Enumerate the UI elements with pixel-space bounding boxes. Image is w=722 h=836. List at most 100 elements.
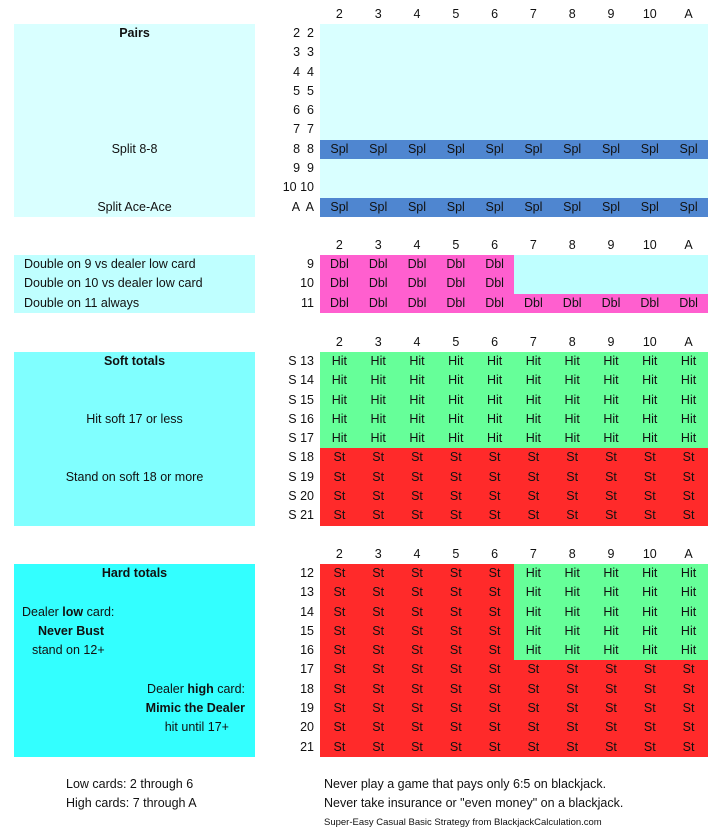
strategy-cell: St — [358, 583, 398, 603]
hard-low-heading: Dealer low card: — [22, 603, 263, 622]
strategy-cell: St — [358, 448, 398, 468]
strategy-cell: Spl — [320, 197, 359, 217]
strategy-cell — [320, 178, 359, 198]
strategy-cell: St — [475, 660, 514, 680]
strategy-cell: Hit — [552, 602, 592, 622]
strategy-cell — [630, 255, 670, 275]
player-hand-label: 16 — [300, 643, 314, 658]
dealer-card-header: 6 — [491, 238, 499, 252]
strategy-cell: Hit — [669, 583, 708, 603]
strategy-cell — [436, 81, 476, 102]
strategy-cell: St — [475, 506, 514, 526]
strategy-cell: St — [397, 487, 437, 507]
strategy-cell: Spl — [591, 197, 631, 217]
strategy-cell: St — [513, 718, 553, 738]
strategy-cell: Dbl — [320, 274, 359, 294]
strategy-cell: St — [358, 487, 398, 507]
strategy-row: St St St St St St St St St St — [320, 679, 708, 700]
hard-low-line2: Never Bust — [38, 623, 104, 638]
hard-panel: Hard totals Dealer low card: Never Bust … — [14, 564, 255, 757]
strategy-row: Hit Hit Hit Hit Hit Hit Hit Hit Hit Hit — [320, 371, 708, 391]
strategy-cell — [591, 101, 631, 121]
strategy-cell: St — [320, 737, 359, 757]
strategy-cell: St — [630, 699, 670, 719]
doubles-note-11: Double on 11 always — [24, 295, 140, 310]
strategy-cell — [591, 255, 631, 275]
strategy-cell: Hit — [630, 371, 670, 391]
strategy-cell: Spl — [630, 197, 670, 217]
strategy-cell: Dbl — [397, 293, 437, 313]
dealer-card-header: 9 — [607, 7, 615, 21]
strategy-row — [320, 81, 708, 102]
strategy-cell — [630, 24, 670, 44]
strategy-cell — [513, 62, 553, 82]
strategy-cell — [436, 178, 476, 198]
strategy-cell: Spl — [669, 197, 708, 217]
dealer-card-header: 7 — [529, 7, 537, 21]
strategy-cell — [320, 101, 359, 121]
strategy-cell: Dbl — [358, 255, 398, 275]
strategy-cell — [475, 81, 514, 102]
hard-high-line3: hit until 17+ — [164, 720, 229, 735]
strategy-cell: St — [475, 487, 514, 507]
dealer-card-header: 5 — [452, 7, 460, 21]
strategy-cell: St — [397, 737, 437, 757]
strategy-cell — [552, 159, 592, 179]
dealer-card-header: 4 — [413, 238, 421, 252]
doubles-panel: Double on 9 vs dealer low card Double on… — [14, 255, 255, 313]
strategy-cell: St — [475, 699, 514, 719]
strategy-cell: St — [669, 660, 708, 680]
hard-row-labels: 12 13 14 15 16 17 18 19 20 21 — [270, 564, 314, 757]
strategy-cell: Spl — [630, 139, 670, 160]
strategy-cell: St — [320, 564, 359, 584]
strategy-cell: Dbl — [358, 274, 398, 294]
dealer-card-header: 8 — [568, 7, 576, 21]
strategy-cell: Hit — [436, 429, 476, 449]
pairs-grid: Spl Spl Spl Spl Spl Spl Spl Spl Spl Spl Spl Spl Spl S… — [320, 24, 708, 217]
doubles-row-labels: 9 10 11 — [270, 255, 314, 313]
hard-high-prefix: Dealer — [147, 681, 188, 696]
footer-tip-6-5: Never play a game that pays only 6:5 on … — [324, 777, 607, 791]
strategy-row: St St St St St St St St St St — [320, 448, 708, 468]
strategy-cell: St — [591, 737, 631, 757]
strategy-cell: St — [669, 448, 708, 468]
strategy-row — [320, 62, 708, 82]
strategy-cell — [552, 24, 592, 44]
strategy-cell: Hit — [513, 564, 553, 584]
dealer-card-header: 3 — [374, 547, 382, 561]
strategy-cell: Spl — [436, 197, 476, 217]
soft-panel: Soft totals Hit soft 17 or less Stand on… — [14, 352, 255, 526]
strategy-cell — [552, 274, 592, 294]
strategy-cell — [669, 43, 708, 63]
player-hand-label: S 13 — [288, 354, 314, 368]
strategy-cell: Hit — [397, 429, 437, 449]
strategy-cell: St — [552, 660, 592, 680]
strategy-row: St St St St St St St St St St — [320, 660, 708, 680]
strategy-row: Hit Hit Hit Hit Hit Hit Hit Hit Hit Hit — [320, 390, 708, 410]
strategy-cell: St — [475, 583, 514, 603]
strategy-cell: Hit — [630, 352, 670, 372]
strategy-cell: St — [552, 718, 592, 738]
pairs-note-split-8: Split 8-8 — [111, 141, 158, 156]
strategy-cell: Dbl — [475, 274, 514, 294]
strategy-row — [320, 43, 708, 63]
strategy-cell — [552, 178, 592, 198]
soft-row-labels: S 13 S 14 S 15 S 16 S 17 S 18 S 19 S 20 S 21 — [270, 352, 314, 526]
strategy-cell: Dbl — [436, 255, 476, 275]
strategy-cell: St — [436, 583, 476, 603]
strategy-row: St St St St St St St St St St — [320, 699, 708, 719]
strategy-cell — [669, 62, 708, 82]
strategy-cell: Spl — [320, 139, 359, 160]
strategy-cell: Hit — [591, 602, 631, 622]
strategy-cell: St — [669, 467, 708, 488]
strategy-cell: St — [513, 660, 553, 680]
strategy-cell: St — [513, 467, 553, 488]
strategy-cell: Hit — [358, 371, 398, 391]
player-hand-label: 21 — [300, 739, 314, 754]
strategy-cell: St — [630, 660, 670, 680]
strategy-cell: Hit — [630, 621, 670, 642]
player-hand-label: 5 5 — [293, 83, 314, 98]
strategy-cell: St — [358, 621, 398, 642]
strategy-cell: Spl — [397, 139, 437, 160]
strategy-cell — [669, 120, 708, 140]
